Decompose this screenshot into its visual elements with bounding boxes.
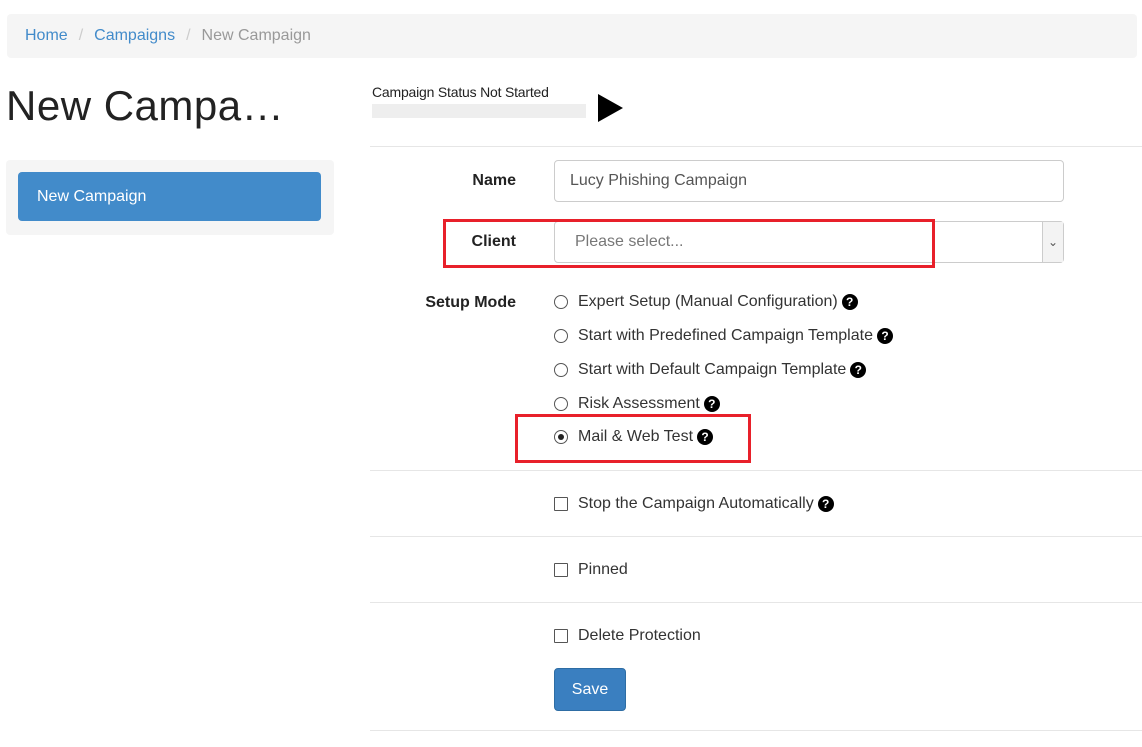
radio-button[interactable] [554, 363, 568, 377]
client-highlight-box [443, 219, 935, 268]
pinned-option[interactable]: Pinned [554, 561, 628, 579]
divider [370, 146, 1142, 147]
pinned-label: Pinned [578, 561, 628, 578]
help-icon[interactable]: ? [703, 396, 720, 412]
setup-option-label: Start with Predefined Campaign Template [578, 327, 873, 344]
campaign-status: Campaign Status Not Started [372, 84, 623, 122]
sidebar-item-new-campaign[interactable]: New Campaign [18, 172, 321, 221]
save-button[interactable]: Save [554, 668, 626, 711]
chevron-down-icon[interactable]: ⌄ [1042, 222, 1063, 262]
radio-button[interactable] [554, 295, 568, 309]
checkbox[interactable] [554, 497, 568, 511]
radio-button[interactable] [554, 397, 568, 411]
delete-protection-label: Delete Protection [578, 627, 701, 644]
delete-protection-option[interactable]: Delete Protection [554, 627, 701, 645]
help-icon[interactable]: ? [850, 362, 867, 378]
setup-option-label: Start with Default Campaign Template [578, 361, 847, 378]
play-icon[interactable] [598, 94, 623, 122]
setup-option-risk-assessment[interactable]: Risk Assessment ? [554, 395, 720, 413]
help-icon[interactable]: ? [817, 496, 834, 512]
divider [370, 602, 1142, 603]
name-label: Name [472, 172, 516, 189]
sidebar: New Campaign [6, 160, 334, 235]
stop-campaign-label: Stop the Campaign Automatically [578, 495, 814, 512]
checkbox[interactable] [554, 629, 568, 643]
setup-mode-label: Setup Mode [425, 294, 516, 311]
divider [370, 536, 1142, 537]
breadcrumb-separator: / [186, 27, 191, 44]
campaign-status-progress-bar [372, 104, 586, 118]
breadcrumb-separator: / [78, 27, 84, 44]
setup-option-default-template[interactable]: Start with Default Campaign Template ? [554, 361, 867, 379]
breadcrumb: Home / Campaigns / New Campaign [7, 14, 1137, 58]
divider [370, 730, 1142, 731]
help-icon[interactable]: ? [841, 294, 858, 310]
breadcrumb-home-link[interactable]: Home [25, 27, 68, 45]
mail-web-test-highlight-box [515, 414, 751, 463]
breadcrumb-campaigns-link[interactable]: Campaigns [94, 27, 175, 45]
stop-campaign-automatically[interactable]: Stop the Campaign Automatically ? [554, 495, 834, 513]
name-input[interactable] [554, 160, 1064, 202]
divider [370, 470, 1142, 471]
checkbox[interactable] [554, 563, 568, 577]
radio-button[interactable] [554, 329, 568, 343]
setup-option-predefined-template[interactable]: Start with Predefined Campaign Template … [554, 327, 893, 345]
setup-option-label: Expert Setup (Manual Configuration) [578, 293, 838, 310]
campaign-status-text: Campaign Status Not Started [372, 84, 549, 100]
page-title: New Campa… [6, 82, 285, 129]
setup-option-label: Risk Assessment [578, 395, 700, 412]
help-icon[interactable]: ? [876, 328, 893, 344]
breadcrumb-current: New Campaign [201, 27, 311, 44]
setup-option-expert[interactable]: Expert Setup (Manual Configuration) ? [554, 293, 858, 311]
